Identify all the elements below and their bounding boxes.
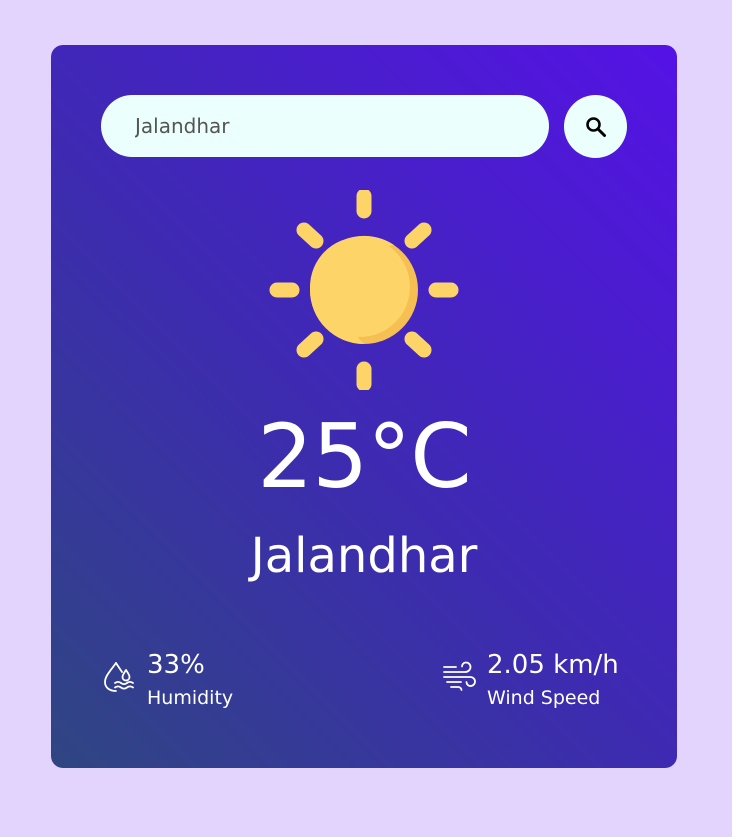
humidity-label: Humidity <box>147 687 234 710</box>
search-button[interactable] <box>564 95 627 158</box>
search-input[interactable] <box>133 113 549 139</box>
search-icon <box>585 116 606 137</box>
wind-speed-value: 2.05 km/h <box>487 650 619 680</box>
weather-card: 25°C Jalandhar 33% Humidity 2.05 km/h Wi… <box>51 45 677 768</box>
sun-icon <box>269 190 459 390</box>
humidity-value: 33% <box>147 650 205 680</box>
wind-speed-label: Wind Speed <box>487 687 601 710</box>
humidity-detail: 33% Humidity <box>101 650 233 709</box>
temperature: 25°C <box>257 405 471 508</box>
humidity-icon <box>104 662 134 692</box>
wind-icon <box>443 661 476 691</box>
wind-detail: 2.05 km/h Wind Speed <box>441 650 619 709</box>
city-name: Jalandhar <box>250 528 478 584</box>
search-field[interactable] <box>101 95 549 157</box>
